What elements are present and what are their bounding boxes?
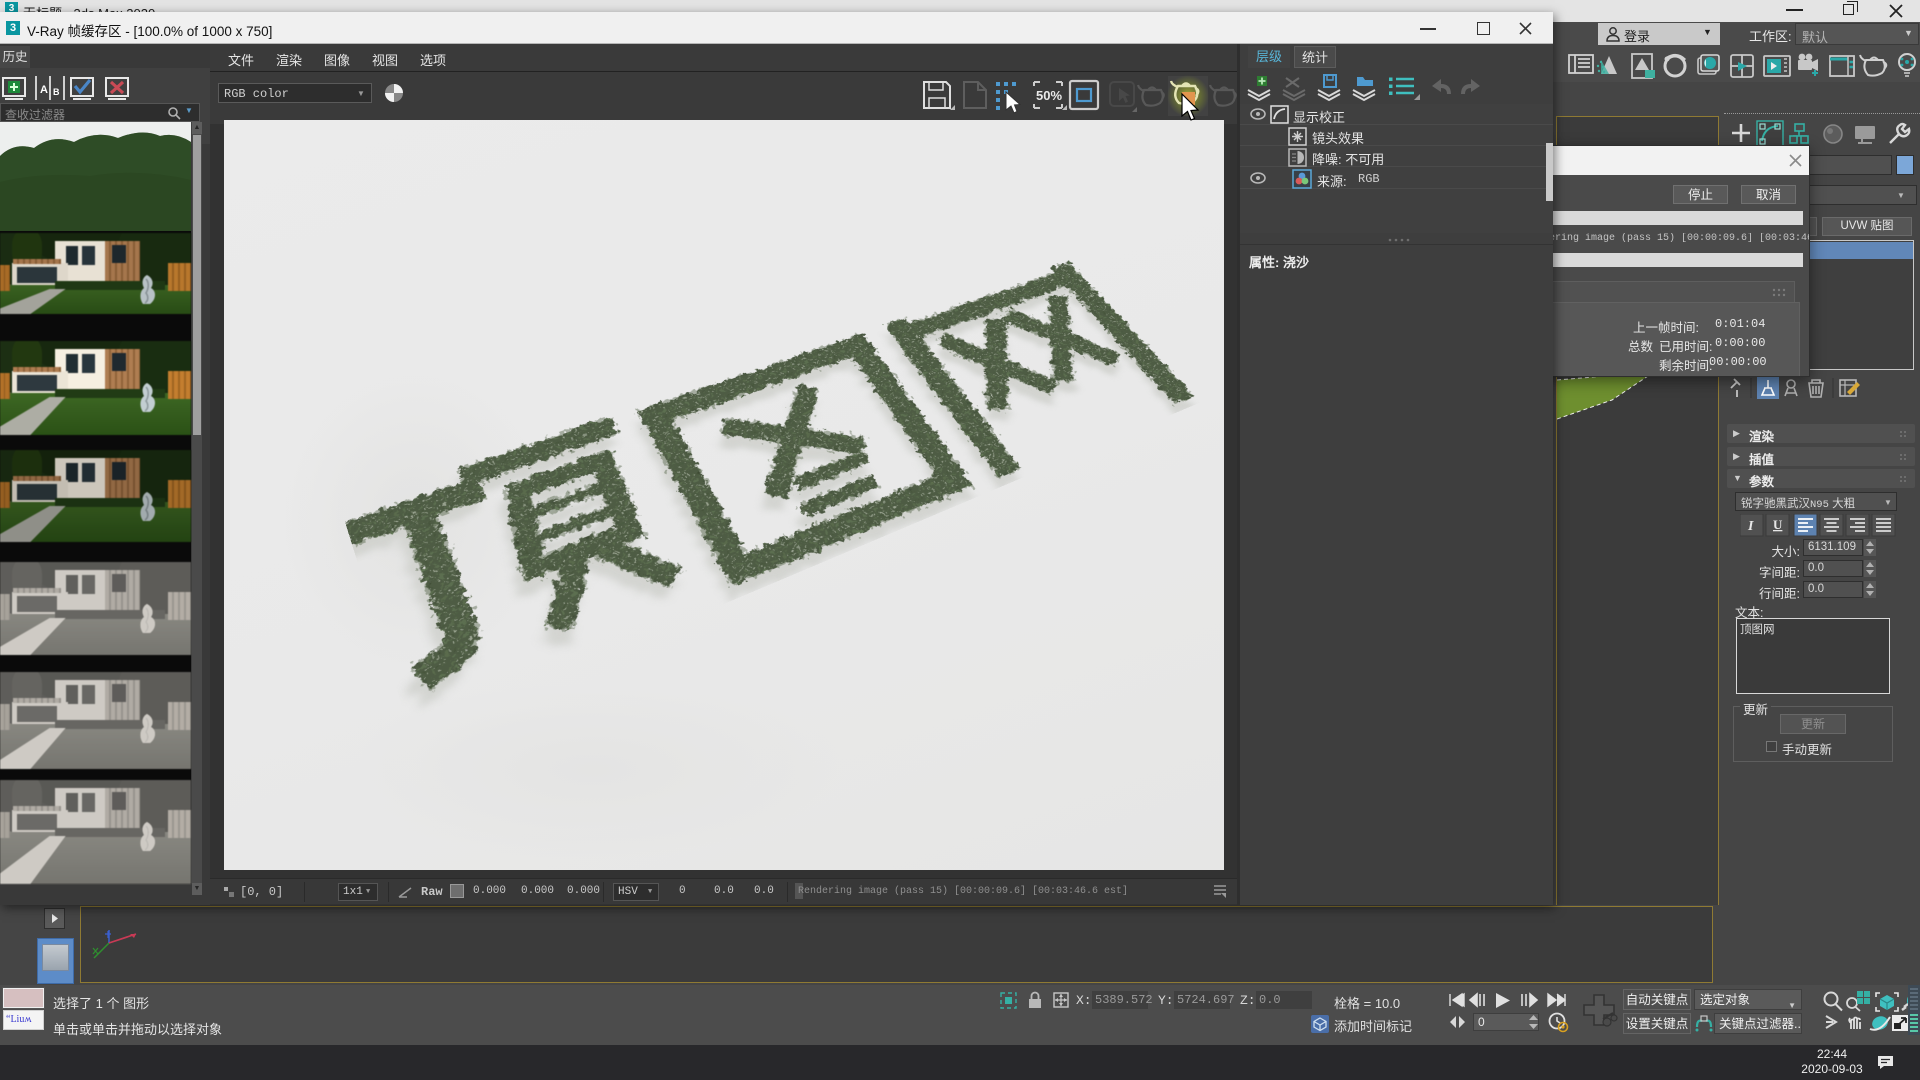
svg-text:A: A bbox=[40, 84, 48, 96]
svg-text:B: B bbox=[53, 87, 60, 97]
svg-text:U: U bbox=[1773, 517, 1783, 532]
svg-text:I: I bbox=[1747, 519, 1754, 534]
svg-text:50%: 50% bbox=[1036, 88, 1062, 103]
